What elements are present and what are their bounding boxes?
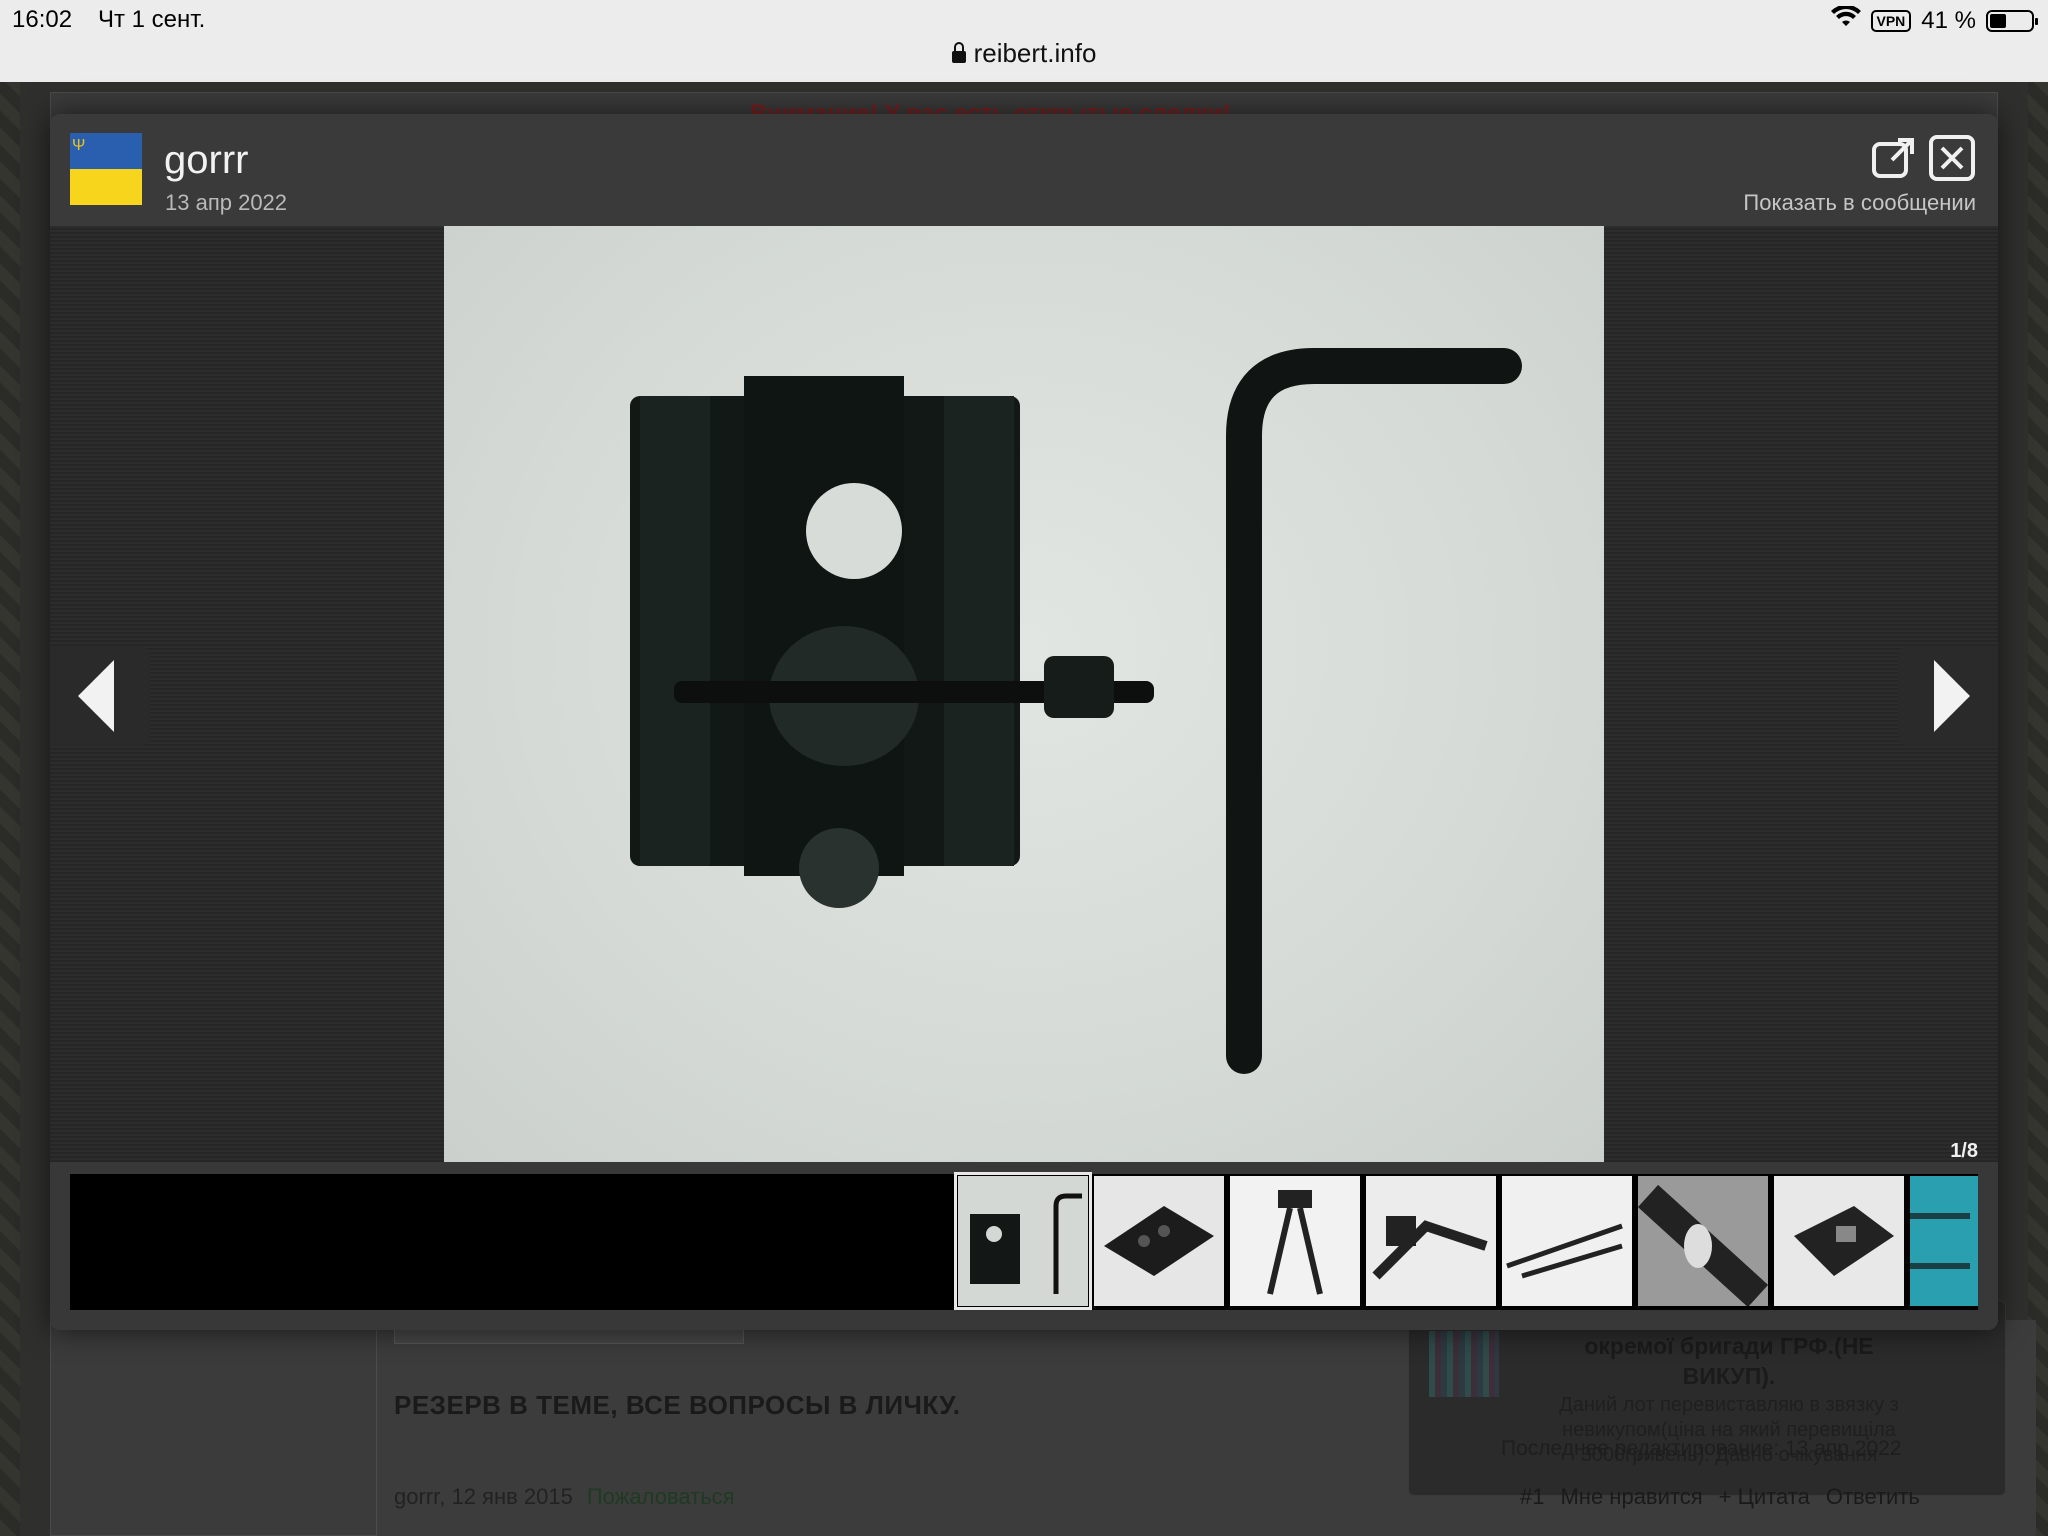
- battery-icon: [1986, 9, 2038, 32]
- status-time: 16:02: [12, 6, 73, 33]
- thumbnail-5[interactable]: [1502, 1176, 1632, 1306]
- warning-banner: Внимание! У вас есть открытые сделки!: [750, 100, 1231, 114]
- post-number[interactable]: #1: [1520, 1484, 1544, 1510]
- report-link[interactable]: Пожаловаться: [587, 1484, 735, 1509]
- reply-button[interactable]: Ответить: [1826, 1484, 1920, 1510]
- lightbox-username[interactable]: gorrr: [164, 138, 248, 183]
- post-text: РЕЗЕРВ В ТЕМЕ, ВСЕ ВОПРОСЫ В ЛИЧКУ.: [394, 1390, 961, 1420]
- thumbnail-3[interactable]: [1230, 1176, 1360, 1306]
- url-text: reibert.info: [973, 38, 1097, 68]
- thumbnail-4[interactable]: [1366, 1176, 1496, 1306]
- status-date: Чт 1 сент.: [98, 6, 206, 33]
- trident-icon: Ψ: [72, 137, 86, 154]
- main-photo[interactable]: [444, 226, 1604, 1162]
- post-author-date: gorrr, 12 янв 2015: [394, 1484, 573, 1509]
- prev-image-button[interactable]: [50, 646, 150, 746]
- open-external-icon[interactable]: [1870, 134, 1918, 182]
- post-meta: gorrr, 12 янв 2015 Пожаловаться: [394, 1484, 735, 1510]
- thumbnail-6[interactable]: [1638, 1176, 1768, 1306]
- lightbox-date: 13 апр 2022: [165, 190, 288, 215]
- rail-adapter-photo-drawing: [630, 348, 1522, 1074]
- thumbnail-7[interactable]: [1774, 1176, 1904, 1306]
- address-bar[interactable]: reibert.info: [0, 38, 2048, 69]
- close-icon[interactable]: [1928, 134, 1976, 182]
- thumbnail-2[interactable]: [1094, 1176, 1224, 1306]
- lock-icon: [951, 42, 966, 63]
- image-lightbox: Ψ gorrr 13 апр 2022 Показать в сообщении: [50, 114, 1998, 1330]
- lightbox-stage: 1/8: [50, 226, 1998, 1162]
- related-lot-thumb: [1429, 1331, 1499, 1397]
- lightbox-header: Ψ gorrr 13 апр 2022 Показать в сообщении: [50, 114, 1998, 226]
- show-in-message-link[interactable]: Показать в сообщении: [1743, 190, 1976, 216]
- like-button[interactable]: Мне нравится: [1560, 1484, 1702, 1510]
- battery-percent: 41 %: [1921, 6, 1976, 34]
- image-counter: 1/8: [1950, 1140, 1978, 1162]
- wifi-icon: [1830, 4, 1861, 35]
- ios-status-bar: 16:02 Чт 1 сент. VPN 41 % reibert.info: [0, 0, 2048, 82]
- arrow-right-icon: [1934, 660, 1970, 732]
- page-side-pattern-left: [0, 82, 20, 1536]
- thumbnail-8[interactable]: [1910, 1176, 1978, 1306]
- thumbnail-1[interactable]: [954, 1172, 1092, 1310]
- thumbnail-bar: [50, 1162, 1998, 1330]
- arrow-left-icon: [78, 660, 114, 732]
- page-side-pattern-right: [2028, 82, 2048, 1536]
- status-right: VPN 41 %: [1830, 4, 2038, 35]
- related-lot-title: окремої бригади ГРФ.(НЕ ВИКУП).: [1584, 1333, 1874, 1389]
- next-image-button[interactable]: [1898, 646, 1998, 746]
- quote-button[interactable]: + Цитата: [1719, 1484, 1810, 1510]
- last-edited: Последнее редактирование: 13 апр 2022: [1501, 1437, 1902, 1460]
- avatar[interactable]: Ψ: [70, 133, 142, 205]
- vpn-badge: VPN: [1870, 9, 1912, 32]
- post-actions: #1 Мне нравится + Цитата Ответить: [1520, 1484, 1920, 1510]
